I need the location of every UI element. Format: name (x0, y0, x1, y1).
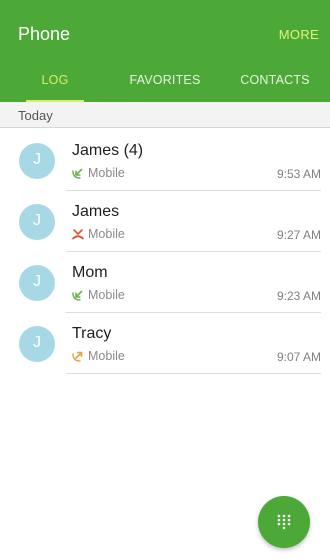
call-log-list: J James (4) Mobile 9:53 AM J James Mobil… (0, 130, 330, 374)
tab-favorites-label: FAVORITES (129, 73, 201, 87)
tab-bar: LOG FAVORITES CONTACTS (0, 63, 330, 102)
call-details: Mobile (72, 166, 125, 180)
app-bar: Phone MORE LOG FAVORITES CONTACTS (0, 0, 330, 102)
contact-name: James (72, 203, 120, 220)
tab-contacts-label: CONTACTS (240, 73, 310, 87)
incoming-call-icon (72, 290, 83, 301)
divider (66, 373, 321, 374)
call-log-item[interactable]: J Mom Mobile 9:23 AM (0, 252, 330, 313)
avatar-initial: J (33, 334, 41, 351)
outgoing-call-icon (72, 351, 83, 362)
avatar[interactable]: J (19, 204, 55, 240)
contact-name: James (4) (72, 142, 144, 159)
call-time: 9:07 AM (276, 350, 321, 364)
dialpad-icon (277, 514, 291, 530)
avatar-initial: J (33, 273, 41, 290)
tab-log-label: LOG (41, 73, 69, 87)
avatar-initial: J (33, 212, 41, 229)
call-details: Mobile (72, 288, 125, 302)
section-header-label: Today (18, 108, 53, 123)
call-log-item[interactable]: J James Mobile 9:27 AM (0, 191, 330, 252)
avatar[interactable]: J (19, 143, 55, 179)
dialpad-button[interactable] (258, 496, 310, 548)
call-time: 9:23 AM (276, 289, 321, 303)
call-time: 9:53 AM (276, 167, 321, 181)
contact-name: Tracy (72, 325, 112, 342)
call-details: Mobile (72, 349, 125, 363)
tab-log[interactable]: LOG (0, 63, 110, 102)
avatar-initial: J (33, 151, 41, 168)
more-button[interactable]: MORE (279, 27, 319, 42)
avatar[interactable]: J (19, 326, 55, 362)
call-details: Mobile (72, 227, 125, 241)
avatar[interactable]: J (19, 265, 55, 301)
missed-call-icon (72, 229, 84, 240)
call-time: 9:27 AM (276, 228, 321, 242)
app-title: Phone (18, 24, 71, 44)
incoming-call-icon (72, 168, 83, 179)
call-log-item[interactable]: J James (4) Mobile 9:53 AM (0, 130, 330, 191)
call-log-item[interactable]: J Tracy Mobile 9:07 AM (0, 313, 330, 374)
contact-name: Mom (72, 264, 108, 281)
tab-favorites[interactable]: FAVORITES (110, 63, 220, 102)
tab-contacts[interactable]: CONTACTS (220, 63, 330, 102)
number-type: Mobile (88, 288, 125, 302)
section-header-today: Today (0, 102, 330, 128)
number-type: Mobile (88, 349, 125, 363)
number-type: Mobile (88, 227, 125, 241)
number-type: Mobile (88, 166, 125, 180)
